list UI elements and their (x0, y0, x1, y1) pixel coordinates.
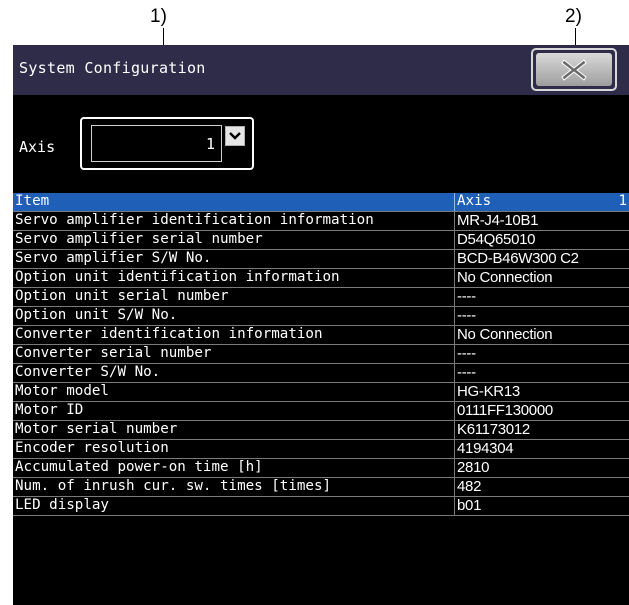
row-value: ---- (454, 307, 629, 325)
table-row: Option unit identification information No… (13, 269, 629, 288)
row-item: Option unit serial number (15, 288, 229, 304)
row-item: Motor ID (15, 402, 84, 418)
row-item: Servo amplifier serial number (15, 231, 263, 247)
row-value: 2810 (454, 459, 629, 477)
close-button[interactable] (531, 48, 617, 91)
callout-label-2: 2) (565, 6, 582, 27)
row-item: Num. of inrush cur. sw. times [times] (15, 478, 332, 494)
row-value: 482 (454, 478, 629, 496)
row-item: Servo amplifier identification informati… (15, 212, 374, 228)
row-value: 0111FF130000 (454, 402, 629, 420)
table-row: Motor ID 0111FF130000 (13, 402, 629, 421)
axis-value: 1 (205, 135, 215, 153)
row-value: ---- (454, 288, 629, 306)
row-item: Motor model (15, 383, 109, 399)
row-value: D54Q65010 (454, 231, 629, 249)
title-bar: System Configuration (13, 45, 629, 95)
row-value: K61173012 (454, 421, 629, 439)
table-row: Encoder resolution 4194304 (13, 440, 629, 459)
header-axis-number: 1 (618, 193, 627, 209)
table-row: Servo amplifier identification informati… (13, 212, 629, 231)
row-item: Encoder resolution (15, 440, 169, 456)
table-row: Option unit serial number ---- (13, 288, 629, 307)
close-button-face (536, 53, 612, 86)
row-value: HG-KR13 (454, 383, 629, 401)
table-row: LED display b01 (13, 497, 629, 516)
row-value: MR-J4-10B1 (454, 212, 629, 230)
table-row: Converter identification information No C… (13, 326, 629, 345)
table-row: Num. of inrush cur. sw. times [times] 482 (13, 478, 629, 497)
callout-label-1: 1) (150, 6, 167, 27)
axis-value-field[interactable]: 1 (91, 125, 222, 162)
close-x-icon (561, 58, 587, 81)
table-row: Motor model HG-KR13 (13, 383, 629, 402)
table-row: Servo amplifier serial number D54Q65010 (13, 231, 629, 250)
row-item: Converter identification information (15, 326, 323, 342)
row-value: b01 (454, 497, 629, 515)
row-value: No Connection (454, 269, 629, 287)
row-item: Servo amplifier S/W No. (15, 250, 212, 266)
axis-label: Axis (19, 138, 56, 156)
row-item: Converter serial number (15, 345, 212, 361)
chevron-down-icon (229, 132, 241, 140)
row-value: ---- (454, 345, 629, 363)
row-value: ---- (454, 364, 629, 382)
system-configuration-table: Item Axis 1 Servo amplifier identificati… (13, 193, 629, 516)
row-item: LED display (15, 497, 109, 513)
table-row: Converter S/W No. ---- (13, 364, 629, 383)
row-item: Motor serial number (15, 421, 178, 437)
row-value: No Connection (454, 326, 629, 344)
axis-selector[interactable]: 1 (80, 117, 254, 170)
header-axis: Axis 1 (454, 193, 629, 211)
row-item: Option unit identification information (15, 269, 340, 285)
row-item: Option unit S/W No. (15, 307, 178, 323)
row-item: Converter S/W No. (15, 364, 161, 380)
table-header: Item Axis 1 (13, 193, 629, 212)
header-item: Item (15, 193, 50, 209)
table-row: Servo amplifier S/W No. BCD-B46W300 C2 (13, 250, 629, 269)
table-row: Option unit S/W No. ---- (13, 307, 629, 326)
system-configuration-window: System Configuration Axis 1 Item Axis 1 (13, 45, 629, 605)
row-value: BCD-B46W300 C2 (454, 250, 629, 268)
row-item: Accumulated power-on time [h] (15, 459, 263, 475)
window-title: System Configuration (19, 59, 206, 77)
table-row: Converter serial number ---- (13, 345, 629, 364)
axis-dropdown-button[interactable] (225, 126, 245, 146)
row-value: 4194304 (454, 440, 629, 458)
table-row: Accumulated power-on time [h] 2810 (13, 459, 629, 478)
header-axis-label: Axis (457, 193, 492, 209)
table-row: Motor serial number K61173012 (13, 421, 629, 440)
